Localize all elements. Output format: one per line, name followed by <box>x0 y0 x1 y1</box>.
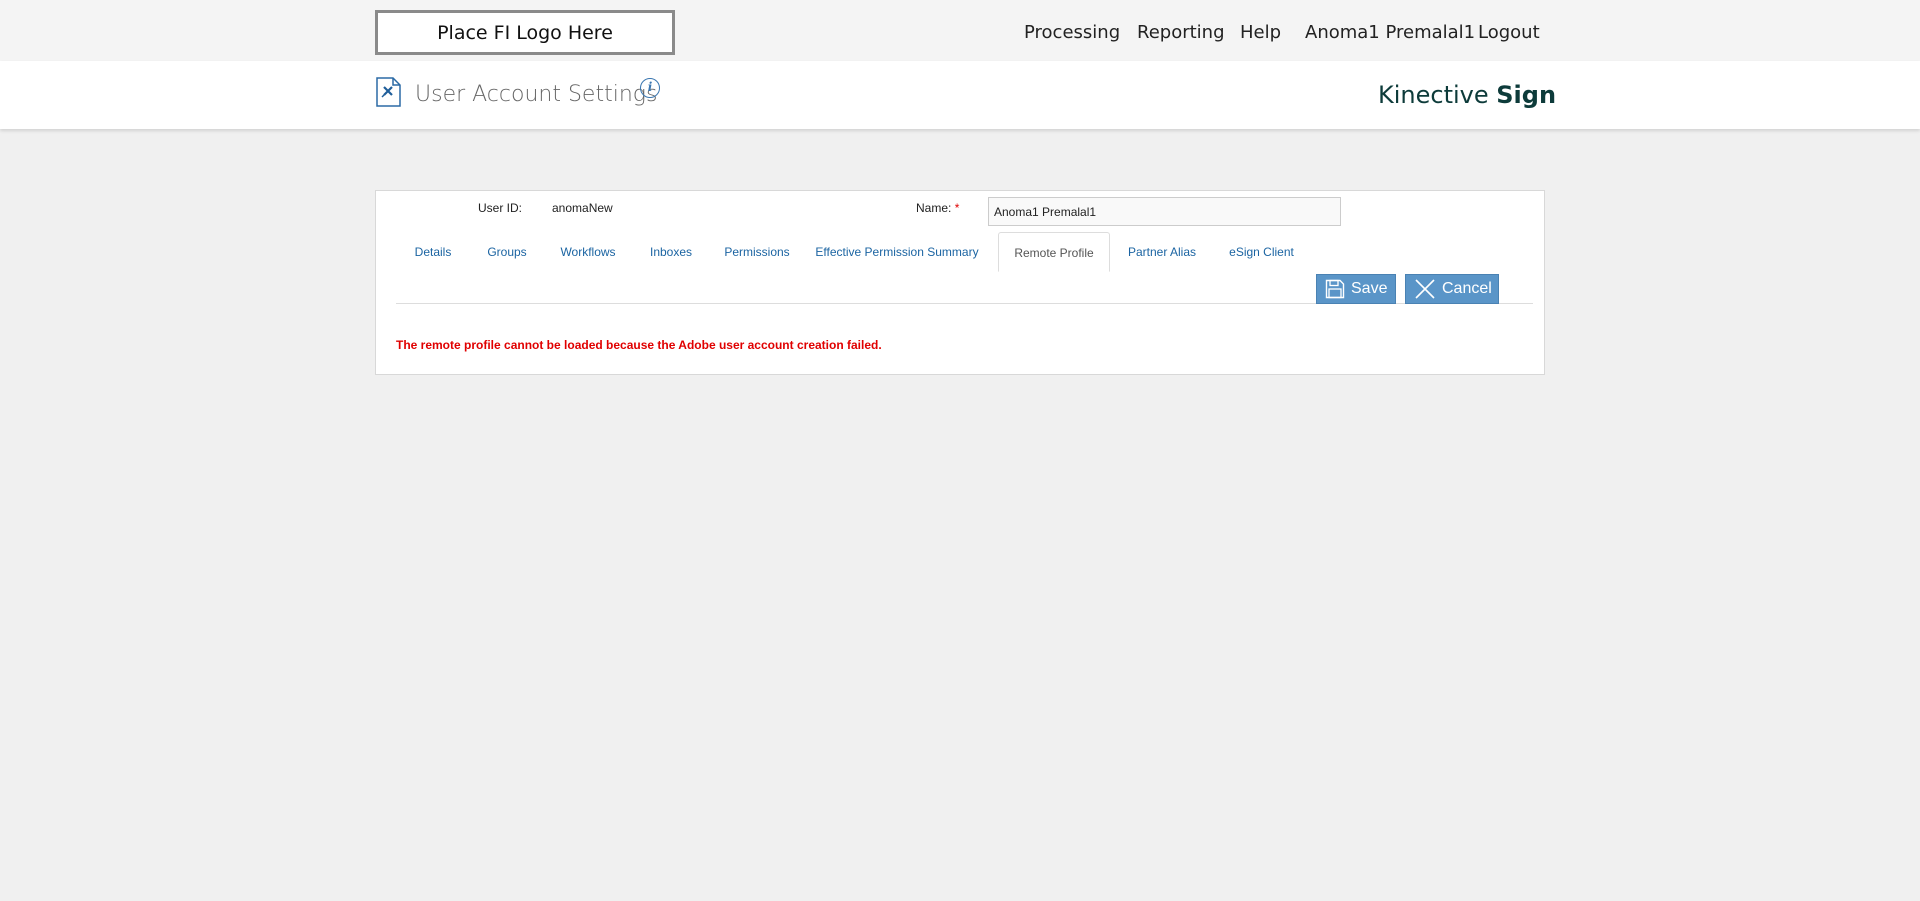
user-settings-panel: User ID: anomaNew Name: * Details Groups… <box>375 190 1545 375</box>
cancel-button-label: Cancel <box>1442 280 1492 297</box>
floppy-disk-icon <box>1325 279 1345 299</box>
nav-reporting[interactable]: Reporting <box>1137 22 1225 43</box>
nav-help[interactable]: Help <box>1240 22 1281 43</box>
nav-processing[interactable]: Processing <box>1024 22 1120 43</box>
tab-details[interactable]: Details <box>395 232 471 272</box>
user-id-value: anomaNew <box>552 201 613 215</box>
cancel-button[interactable]: Cancel <box>1405 274 1499 304</box>
page-title: User Account Settings <box>415 82 658 107</box>
tab-workflows[interactable]: Workflows <box>543 232 633 272</box>
user-id-label: User ID: <box>478 201 523 215</box>
tab-partner-alias[interactable]: Partner Alias <box>1110 232 1214 272</box>
save-button-label: Save <box>1351 280 1388 297</box>
page-header: User Account Settings i Kinective Sign <box>0 61 1920 129</box>
tab-inboxes[interactable]: Inboxes <box>633 232 709 272</box>
info-icon[interactable]: i <box>640 78 660 98</box>
name-field[interactable] <box>988 197 1341 226</box>
error-message: The remote profile cannot be loaded beca… <box>396 338 882 352</box>
required-marker: * <box>954 201 960 215</box>
save-button[interactable]: Save <box>1316 274 1396 304</box>
top-bar: Place FI Logo Here Processing Reporting … <box>0 0 1920 61</box>
tab-permissions[interactable]: Permissions <box>709 232 805 272</box>
tab-esign-client[interactable]: eSign Client <box>1214 232 1309 272</box>
tab-effective-permission-summary[interactable]: Effective Permission Summary <box>805 232 989 272</box>
fi-logo-placeholder: Place FI Logo Here <box>375 10 675 55</box>
tab-groups[interactable]: Groups <box>471 232 543 272</box>
name-label: Name: * <box>916 201 960 215</box>
nav-user-menu[interactable]: Anoma1 Premalal1 <box>1305 22 1475 43</box>
nav-logout[interactable]: Logout <box>1478 22 1540 43</box>
brand-logo: Kinective Sign <box>1378 81 1557 109</box>
tab-remote-profile[interactable]: Remote Profile <box>998 232 1110 272</box>
document-edit-icon <box>376 77 401 107</box>
close-icon <box>1414 278 1436 300</box>
